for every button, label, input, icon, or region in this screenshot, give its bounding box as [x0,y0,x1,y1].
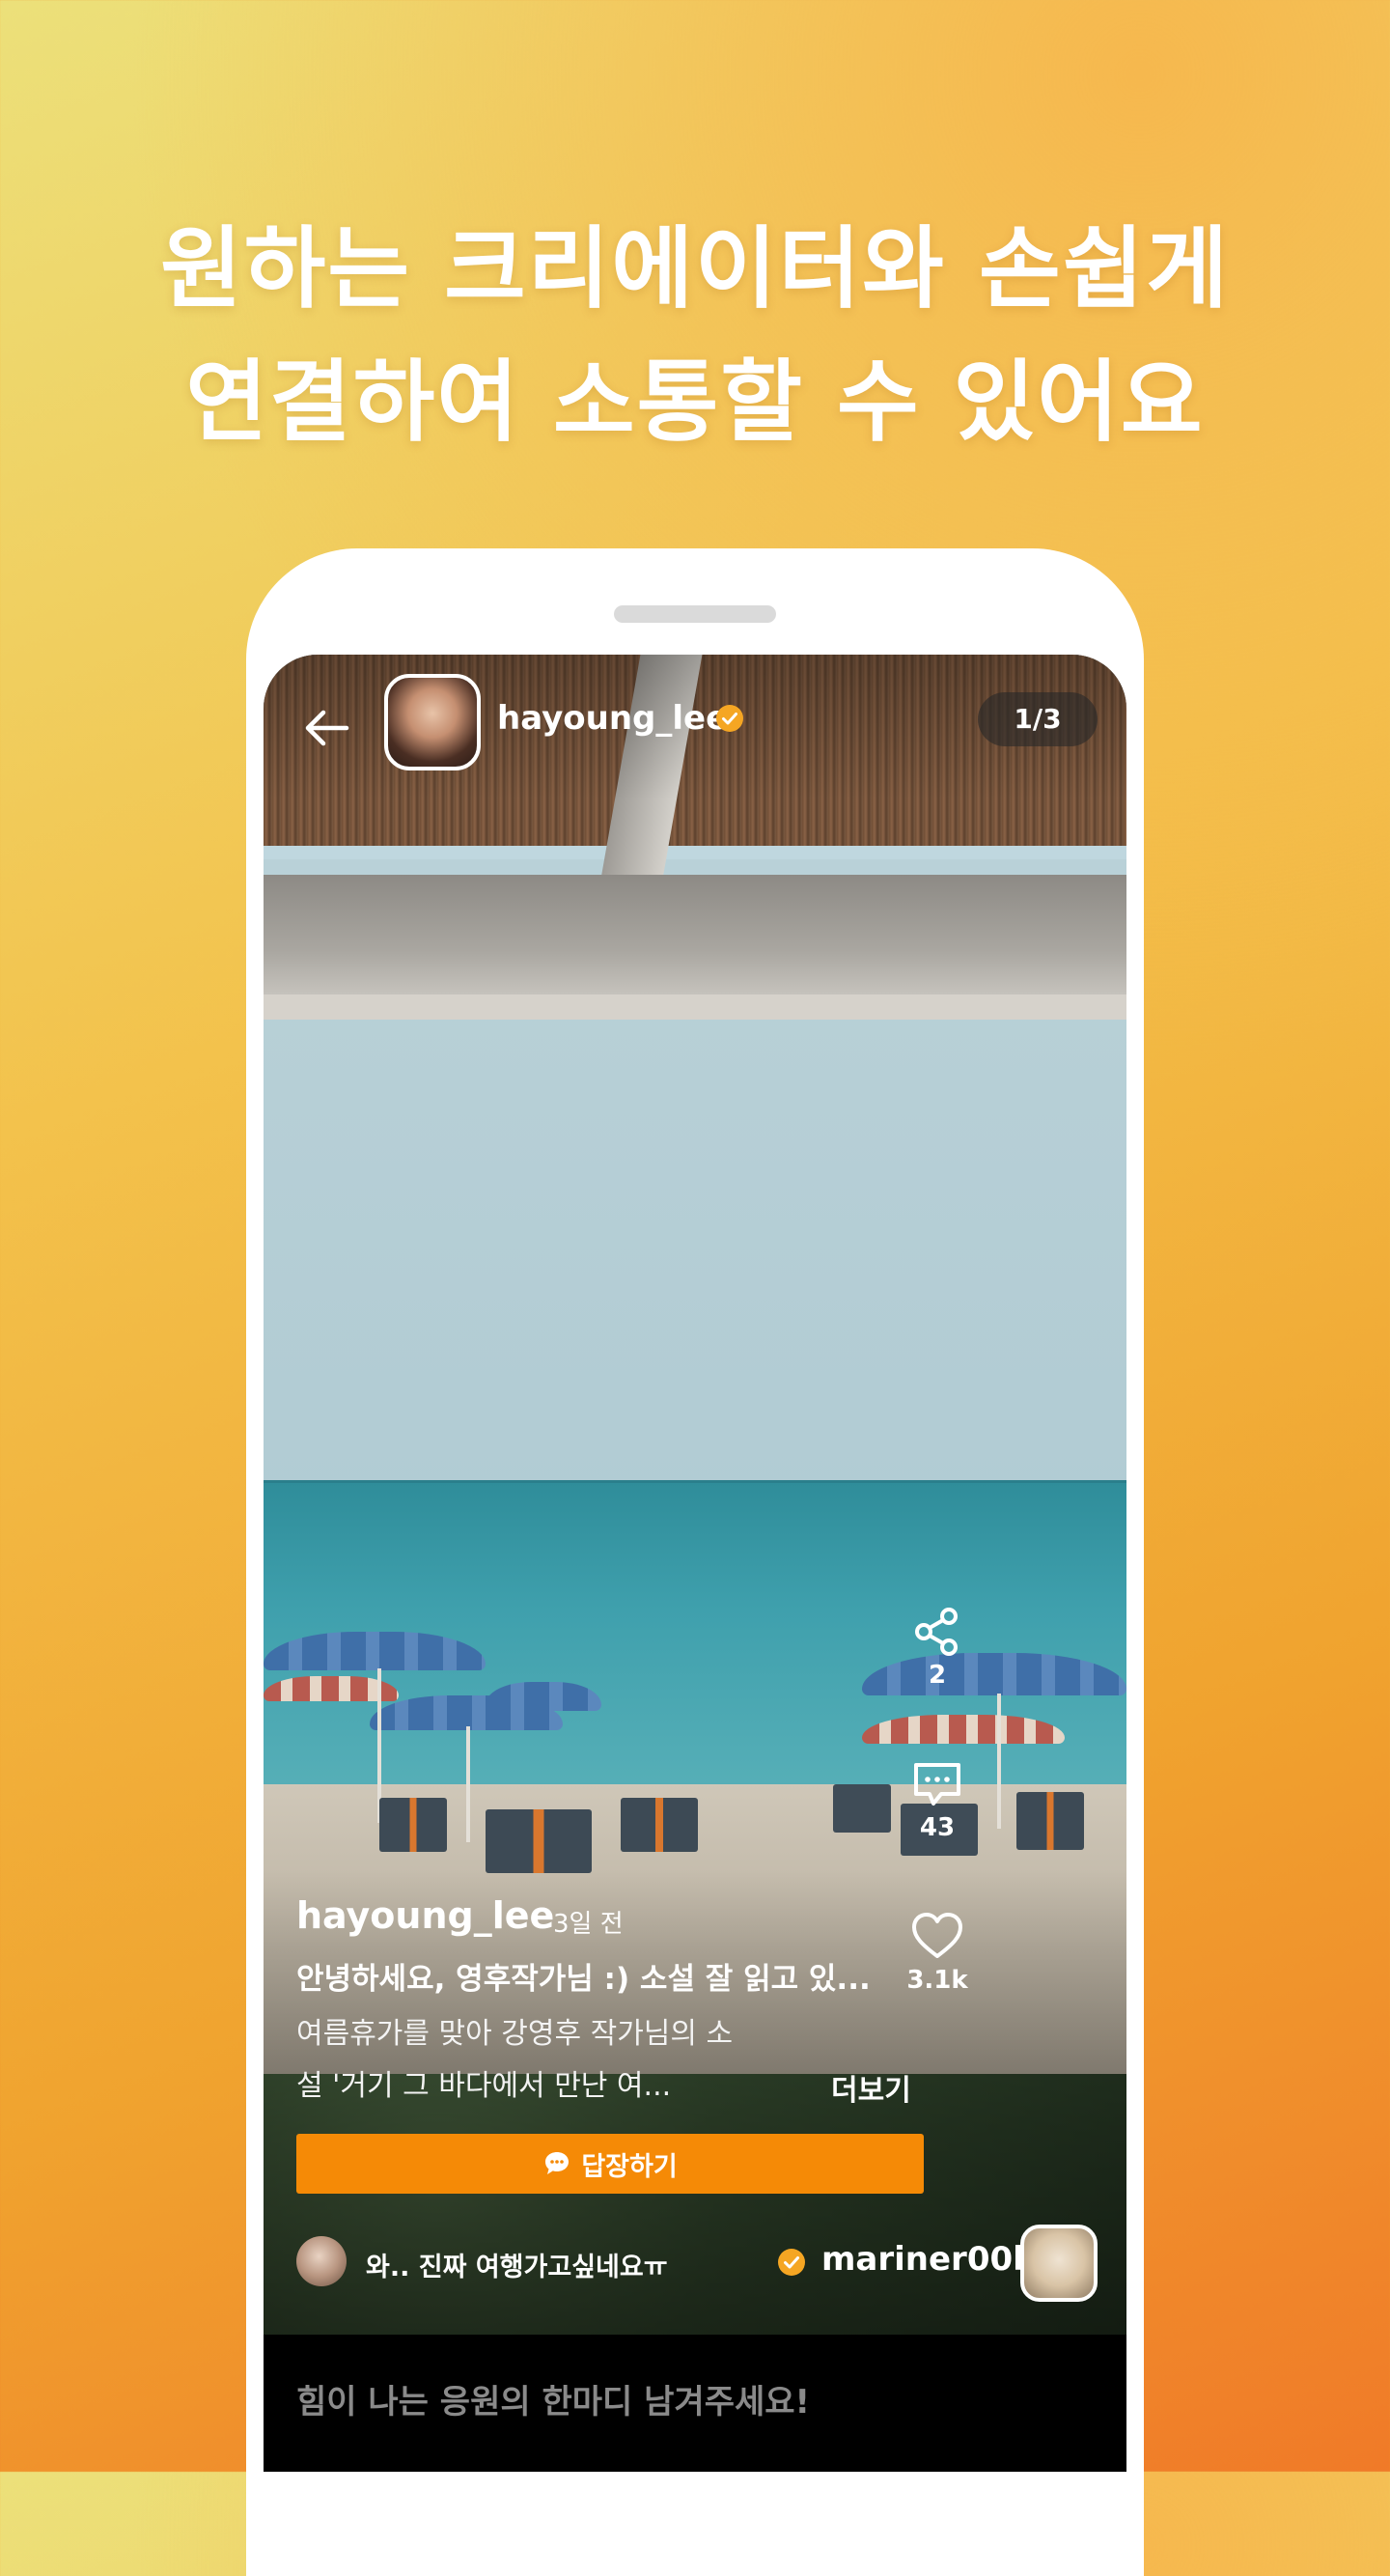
comment-button[interactable]: 43 [899,1755,976,1842]
comment-input[interactable]: 힘이 나는 응원의 한마디 남겨주세요! [296,2375,810,2422]
back-button[interactable] [298,699,356,757]
replier-avatar[interactable] [1020,2225,1098,2302]
headline-line-2: 연결하여 소통할 수 있어요 [185,350,1205,454]
post-body-line-1: 여름휴가를 맞아 강영후 작가님의 소 [296,2017,734,2051]
latest-comment[interactable]: 와.. 진짜 여행가고싶네요ㅠ mariner00b [264,2225,1126,2302]
arrow-left-icon [305,710,349,746]
post-time: 3일 전 [553,1910,624,1939]
like-button[interactable]: 3.1k [899,1908,976,1995]
heart-icon [912,1913,962,1958]
share-count: 2 [928,1661,947,1690]
comment-count: 43 [919,1813,956,1842]
more-link[interactable]: 더보기 [831,2066,911,2109]
verified-badge-icon [778,2249,805,2276]
comment-input-bar[interactable]: 힘이 나는 응원의 한마디 남겨주세요! [264,2335,1126,2472]
post-title: 안녕하세요, 영후작가님 :) 소설 잘 읽고 있... [296,1962,871,1997]
like-count: 3.1k [906,1966,968,1995]
phone-speaker [614,605,776,623]
share-button[interactable]: 2 [899,1603,976,1690]
reply-button[interactable]: 답장하기 [296,2134,924,2194]
comment-icon [914,1763,960,1806]
reply-button-label: 답장하기 [581,2151,678,2182]
verified-badge-icon [716,705,743,732]
creator-username[interactable]: hayoung_lee [497,699,728,738]
comment-text: 와.. 진짜 여행가고싶네요ㅠ [366,2253,668,2282]
commenter-avatar [296,2236,347,2286]
caption-username[interactable]: hayoung_lee [296,1894,554,1937]
post-body-line-2: 설 '거기 그 바다에서 만난 여... [296,2069,672,2103]
chat-bubble-icon [545,2152,570,2174]
replier-username[interactable]: mariner00b [821,2240,1036,2279]
share-icon [915,1608,958,1656]
headline: 원하는 크리에이터와 손쉽게 연결하여 소통할 수 있어요 [0,203,1390,469]
page-counter: 1/3 [978,692,1098,746]
creator-avatar[interactable] [384,674,481,770]
post-body: 여름휴가를 맞아 강영후 작가님의 소 설 '거기 그 바다에서 만난 여... [296,2008,837,2113]
phone-screen: hayoung_lee 1/3 2 43 3.1k hayoung_lee 3일… [264,655,1126,2472]
headline-line-1: 원하는 크리에이터와 손쉽게 [160,217,1230,321]
